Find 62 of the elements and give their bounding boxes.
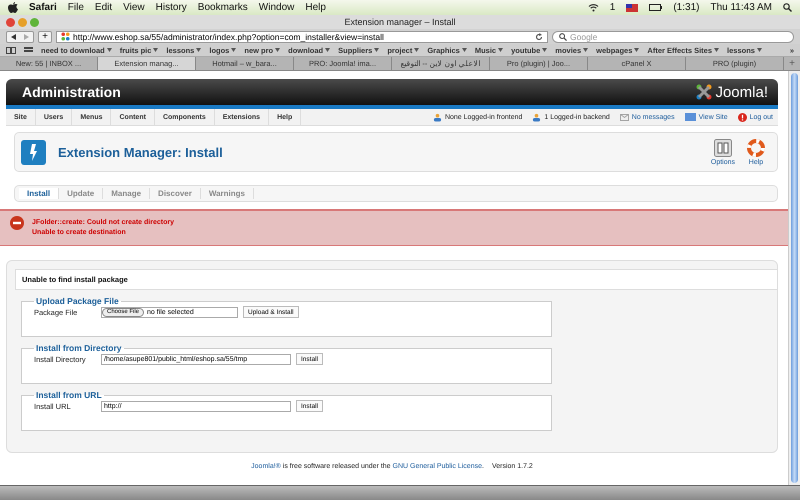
caret-icon [498, 48, 504, 52]
admin-title: Administration [22, 84, 121, 100]
monitor-icon [684, 113, 696, 121]
close-button[interactable] [6, 18, 15, 26]
caret-icon [374, 48, 380, 52]
battery-time[interactable]: (1:31) [673, 2, 700, 13]
lightning-icon [21, 140, 46, 164]
section-legend: Install from URL [34, 390, 104, 400]
caret-icon [714, 48, 720, 52]
menu-item[interactable]: Edit [94, 2, 112, 13]
no-entry-icon [10, 216, 24, 230]
settings-icon [714, 138, 732, 156]
flag-icon[interactable] [626, 4, 638, 12]
alert-icon [738, 112, 747, 122]
apple-logo-icon[interactable] [8, 2, 18, 13]
new-tab-button[interactable]: + [784, 57, 800, 70]
caret-icon [634, 48, 640, 52]
joomla-logo-icon [696, 84, 712, 100]
site-icon [61, 32, 70, 41]
grid-icon[interactable] [24, 46, 33, 54]
app-menu[interactable]: Safari [29, 2, 57, 13]
section-legend: Upload Package File [34, 296, 121, 306]
users-icon [432, 112, 442, 122]
forward-icon [24, 34, 29, 40]
add-bookmark-button[interactable]: + [38, 30, 52, 42]
scrollbar[interactable] [788, 71, 800, 485]
reload-icon[interactable] [535, 32, 543, 40]
menu-item[interactable]: File [68, 2, 84, 13]
caret-icon [542, 48, 548, 52]
wifi-icon[interactable] [588, 3, 599, 12]
window-title: Extension manager – Install [344, 17, 456, 27]
menu-item[interactable]: Bookmarks [198, 2, 248, 13]
caret-icon [231, 48, 236, 52]
clock[interactable]: Thu 11:43 AM [710, 2, 772, 13]
lifebuoy-icon [747, 138, 765, 156]
caret-icon [275, 48, 280, 52]
menu-item[interactable]: History [156, 2, 187, 13]
menu-item[interactable]: Help [305, 2, 326, 13]
caret-icon [196, 48, 202, 52]
caret-icon [756, 48, 762, 52]
caret-icon [153, 48, 158, 52]
caret-icon [325, 48, 330, 52]
page-title: Extension Manager: Install [58, 144, 224, 160]
envelope-icon [620, 114, 629, 120]
submenu-tab[interactable]: Install [19, 188, 60, 199]
caret-icon [462, 48, 467, 52]
search-icon[interactable] [783, 3, 792, 12]
book-icon[interactable] [6, 46, 16, 54]
caret-icon [583, 48, 588, 52]
status-count[interactable]: 1 [610, 2, 616, 13]
back-forward-button[interactable] [6, 30, 34, 42]
caret-icon [106, 48, 112, 52]
menu-item[interactable]: Window [258, 2, 294, 13]
battery-icon[interactable] [649, 4, 662, 11]
search-icon [559, 32, 567, 40]
section-legend: Install from Directory [34, 343, 124, 353]
logo-text: Joomla! [715, 84, 768, 100]
caret-icon [414, 48, 420, 52]
menu-item[interactable]: View [123, 2, 145, 13]
back-icon [11, 34, 16, 40]
users-icon [532, 112, 542, 122]
address-field[interactable]: http://www.eshop.sa/55/administrator/index.php?option=com_installer&view=install [56, 30, 548, 42]
